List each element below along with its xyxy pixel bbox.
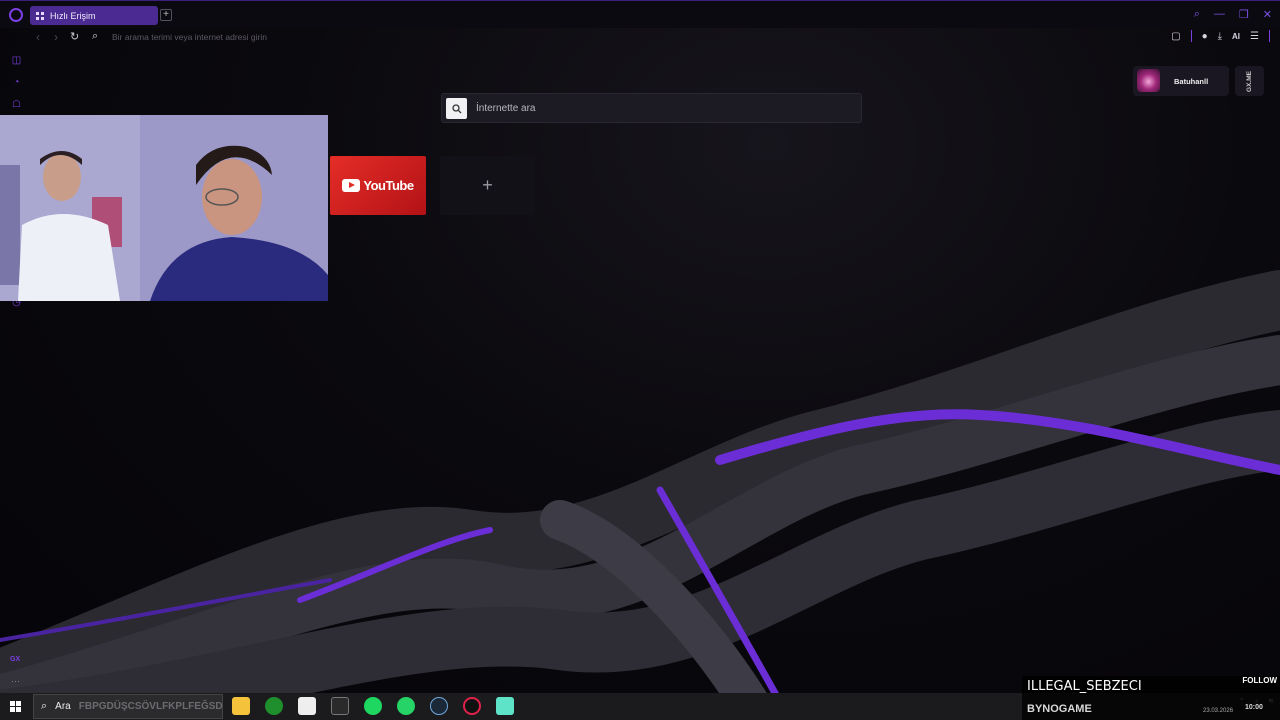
search-engine-icon [446,98,467,119]
youtube-logo-icon: YouTube [342,178,414,193]
snapshot-icon[interactable]: ▢ [1171,31,1180,42]
search-input[interactable]: İnternette ara [476,103,535,114]
taskbar-apps [232,697,514,715]
new-tab-button[interactable]: + [160,9,172,21]
opera-gx-logo-icon[interactable] [9,8,23,22]
stream-follow-overlay: ILLEGAL_SEBZECI FOLLOW BYNOGAME 23.03.20… [1022,676,1280,720]
taskbar-search-text: FBPGDÜŞCSÖVLFKPLFEĞSD [78,701,223,712]
back-icon[interactable]: ‹ [36,30,40,44]
webcam-image [0,115,328,301]
follow-label: FOLLOW [1242,676,1277,685]
gx-me-button[interactable]: GX.ME [1235,66,1264,96]
address-bar: ‹ › ↻ ⌕ Bir arama terimi veya internet a… [0,28,1280,48]
restore-icon[interactable]: ❐ [1239,8,1249,21]
clock-date: 23.03.2026 [1203,708,1234,714]
add-speed-dial-button[interactable]: + [440,156,535,215]
acrobat-icon[interactable] [298,697,316,715]
app-icon[interactable] [496,697,514,715]
clock-time: 10:00 [1245,704,1263,711]
streamer-name: ILLEGAL_SEBZECI [1027,679,1142,694]
forward-icon[interactable]: › [54,30,58,44]
grid-icon [36,11,44,20]
profile-icon[interactable]: ● [1202,31,1208,42]
windows-start-icon[interactable] [10,701,21,712]
search-icon: ⌕ [92,30,99,42]
close-icon[interactable]: ✕ [1263,8,1272,21]
gamepad-icon[interactable]: ◫ [10,55,23,66]
ai-button[interactable]: AI [1232,32,1240,41]
web-search-box[interactable]: İnternette ara [441,93,862,123]
search-icon: ⌕ [41,700,48,712]
browser-window: Hızlı Erişim + ⌕ — ❐ ✕ ‹ › ↻ ⌕ Bir arama… [0,0,1280,720]
robot-icon[interactable]: ☖ [10,99,23,110]
window-controls: ⌕ — ❐ ✕ [1194,8,1272,21]
toolbar-right: ▢ ● ⤓ AI ☰ [1171,30,1270,42]
youtube-logo-text: YouTube [363,178,414,193]
download-icon[interactable]: ⤓ [1218,31,1222,42]
taskbar-search-label: Ara [55,701,71,712]
speedometer-icon[interactable]: ◔ [10,77,23,88]
tab-label: Hızlı Erişim [50,10,96,21]
taskbar-search[interactable]: ⌕ Ara FBPGDÜŞCSÖVLFKPLFEĞSD [33,694,223,719]
divider [1269,30,1270,42]
steam-icon[interactable] [430,697,448,715]
search-tabs-icon[interactable]: ⌕ [1194,8,1200,21]
file-explorer-icon[interactable] [232,697,250,715]
profile-name: Batuhanll [1174,77,1209,86]
minimize-icon[interactable]: — [1214,8,1225,21]
whatsapp-icon[interactable] [397,697,415,715]
title-bar: Hızlı Erişim + ⌕ — ❐ ✕ [0,0,1280,28]
opera-gx-icon[interactable] [463,697,481,715]
more-icon[interactable]: ··· [11,676,20,686]
xbox-icon[interactable] [265,697,283,715]
tab-quick-access[interactable]: Hızlı Erişim [30,6,158,25]
speed-dial-youtube[interactable]: YouTube [330,156,426,215]
reload-icon[interactable]: ↻ [70,30,79,43]
gx-control-icon[interactable]: GX [10,656,20,663]
spotify-icon[interactable] [364,697,382,715]
epic-games-icon[interactable] [331,697,349,715]
menu-icon[interactable]: ☰ [1250,31,1259,42]
avatar [1137,69,1160,92]
webcam-feed [0,115,328,301]
profile-widget[interactable]: Batuhanll [1133,66,1229,96]
channel-name: BYNOGAME [1027,703,1092,715]
divider [1190,30,1192,42]
address-input[interactable]: Bir arama terimi veya internet adresi gi… [112,32,267,42]
